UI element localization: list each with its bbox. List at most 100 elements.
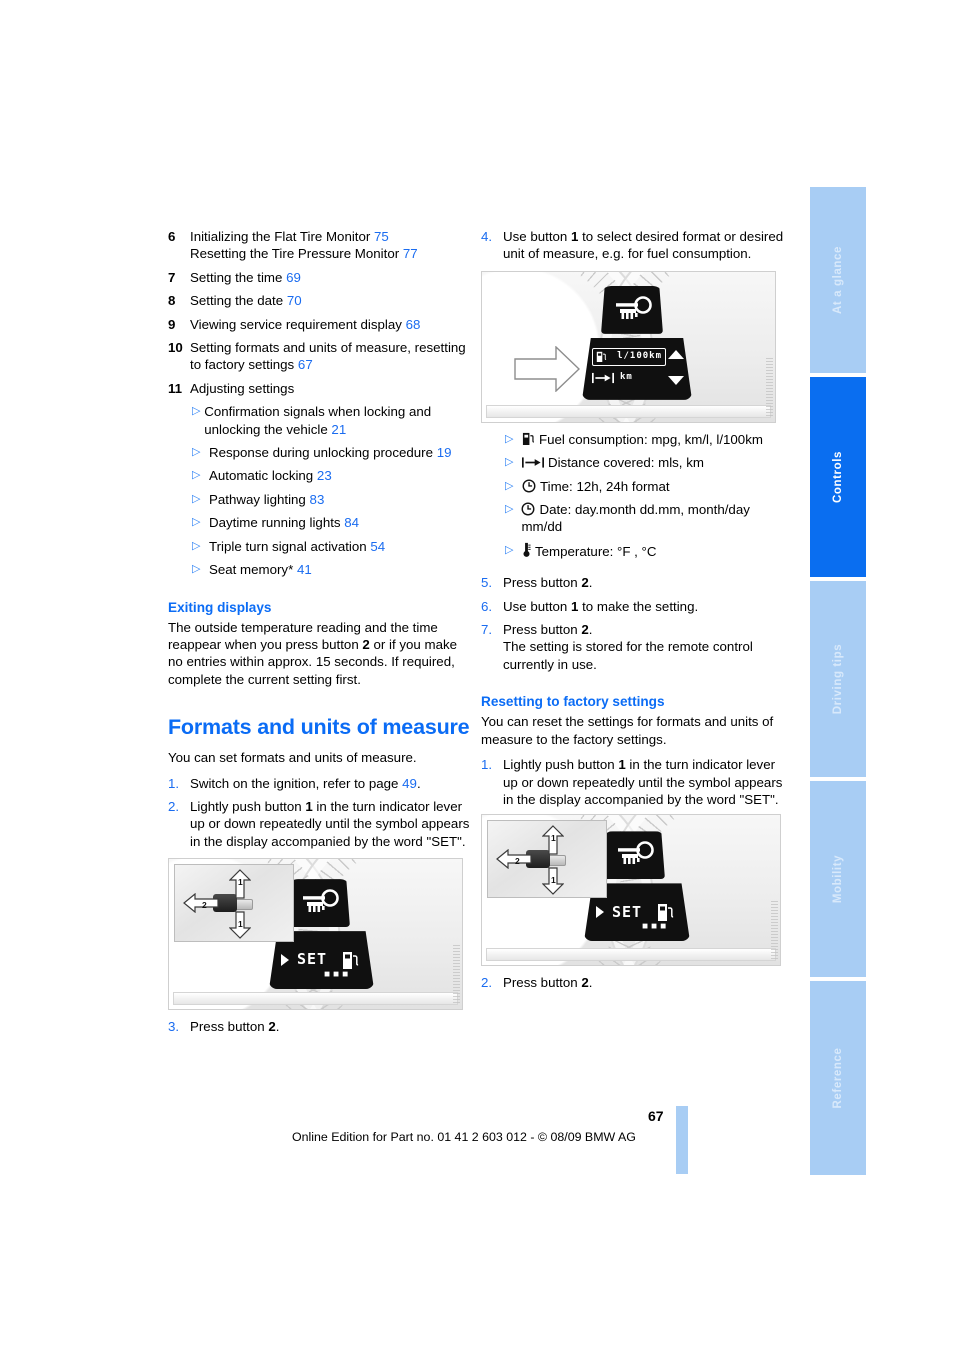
- button-ref: 1: [305, 798, 313, 814]
- triangle-bullet-icon: ▷: [505, 432, 514, 445]
- tab-at-a-glance[interactable]: At a glance: [810, 187, 866, 373]
- legend-key: 6: [168, 229, 176, 244]
- triangle-bullet-icon: ▷: [505, 503, 514, 516]
- tab-reference-label: Reference: [832, 1047, 844, 1109]
- tab-mobility-label: Mobility: [832, 854, 844, 904]
- triangle-bullet-icon: ▷: [505, 543, 514, 556]
- scroll-up-icon[interactable]: [668, 349, 684, 361]
- triangle-bullet-icon: ▷: [192, 405, 201, 418]
- procedure-step: 4. Use button 1 to select desired format…: [481, 228, 786, 263]
- sub-bullet-text: Confirmation signals when locking and un…: [204, 404, 432, 437]
- step-number: 7.: [481, 622, 493, 638]
- legend-item: 10 Setting formats and units of measure,…: [168, 339, 473, 374]
- right-column: 4. Use button 1 to select desired format…: [481, 228, 786, 998]
- legend-item: 6 Initializing the Flat Tire Monitor 75 …: [168, 228, 473, 263]
- clock-icon: [522, 502, 535, 516]
- tab-driving-tips[interactable]: Driving tips: [810, 581, 866, 777]
- callout-2: 2: [515, 856, 520, 867]
- step-number: 1.: [481, 757, 493, 773]
- unit-option-text: Fuel consumption: mpg, km/l, l/100km: [522, 431, 786, 448]
- figure-turn-indicator-set: SET ■■■ 1 1 2: [168, 858, 463, 1011]
- cluster-base-rail: [486, 404, 771, 418]
- unit-option-text: Time: 12h, 24h format: [522, 478, 786, 495]
- unit-option-item: ▷ Distance covered: mls, km: [505, 454, 786, 471]
- step-text: Press button 2.: [503, 975, 593, 991]
- page-ref[interactable]: 75: [374, 229, 389, 244]
- legend-key: 9: [168, 316, 176, 332]
- sub-bullet-text: Response during unlocking procedure 19: [209, 445, 452, 461]
- legend-key: 8: [168, 293, 176, 309]
- step-number: 3.: [168, 1019, 180, 1035]
- button-ref: 2: [581, 975, 589, 991]
- triangle-bullet-icon: ▷: [505, 479, 514, 492]
- procedure-step: 1. Switch on the ignition, refer to page…: [168, 775, 473, 792]
- left-column: 6 Initializing the Flat Tire Monitor 75 …: [168, 228, 473, 1042]
- callout-2: 2: [202, 900, 207, 911]
- figure-watermark: [453, 945, 460, 1004]
- scroll-down-icon[interactable]: [668, 374, 684, 385]
- step-number: 6.: [481, 598, 493, 614]
- page-ref[interactable]: 68: [406, 317, 421, 332]
- legend-text: Viewing service requirement display 68: [190, 316, 421, 332]
- page-ref[interactable]: 49: [402, 776, 417, 791]
- tab-mobility[interactable]: Mobility: [810, 781, 866, 977]
- reset-section-heading: Resetting to factory settings: [481, 694, 665, 710]
- exiting-displays-paragraph: The outside temperature reading and the …: [168, 619, 458, 687]
- page-ref[interactable]: 70: [287, 293, 302, 308]
- triangle-bullet-icon: ▷: [192, 446, 201, 459]
- unit-option-text: Date: day.month dd.mm, month/day mm/dd: [521, 502, 750, 535]
- page-ref[interactable]: 77: [403, 246, 418, 261]
- lcd-menu-row-selected[interactable]: l/100km: [592, 347, 666, 366]
- page-ref[interactable]: 69: [286, 270, 301, 285]
- tab-reference[interactable]: Reference: [810, 981, 866, 1175]
- step-text: Use button 1 to select desired format or…: [503, 229, 784, 262]
- section-tab-rail: At a glance Controls Driving tips Mobili…: [810, 187, 866, 1175]
- tab-driving-tips-label: Driving tips: [832, 643, 844, 715]
- step-number: 2.: [481, 975, 493, 991]
- step-text: Press button 2. The setting is stored for…: [503, 622, 753, 672]
- distance-arrow-icon: [522, 457, 544, 468]
- lcd-key-symbol-panel: [288, 879, 350, 928]
- lcd-set-row: SET: [584, 901, 690, 923]
- page-ref[interactable]: 83: [310, 492, 325, 507]
- sub-bullet-text: Seat memory* 41: [209, 562, 312, 578]
- legend-text: Initializing the Flat Tire Monitor 75 Re…: [190, 229, 418, 262]
- triangle-bullet-icon: ▷: [505, 456, 514, 469]
- page-title: Formats and units of measure: [168, 715, 470, 740]
- step-text: Switch on the ignition, refer to page 49…: [190, 775, 421, 791]
- page-ref[interactable]: 67: [298, 357, 313, 372]
- page-ref[interactable]: 54: [370, 539, 385, 554]
- legend-key: 10: [168, 340, 183, 356]
- lcd-set-row: SET: [269, 949, 374, 971]
- play-triangle-icon: [596, 906, 604, 919]
- car-key-icon: [616, 296, 652, 319]
- callout-1-down: 1: [551, 875, 556, 886]
- sub-bullet-item: ▷ Seat memory* 41: [192, 561, 473, 578]
- step-number: 5.: [481, 575, 493, 591]
- sub-bullet-text: Pathway lighting 83: [209, 491, 325, 507]
- callout-1-up: 1: [551, 833, 556, 844]
- fuel-pump-icon: [596, 352, 607, 363]
- tab-controls[interactable]: Controls: [810, 377, 866, 577]
- procedure-step: 6. Use button 1 to make the setting.: [481, 598, 786, 615]
- page-ref[interactable]: 84: [344, 515, 359, 530]
- legend-list: 6 Initializing the Flat Tire Monitor 75 …: [168, 228, 473, 397]
- lcd-key-symbol-panel: [601, 285, 663, 334]
- page-ref[interactable]: 23: [317, 468, 332, 483]
- lcd-units-menu-panel: l/100km km: [582, 337, 692, 400]
- callout-1-up: 1: [238, 877, 243, 888]
- triangle-bullet-icon: ▷: [192, 563, 201, 576]
- legend-item: 8 Setting the date 70: [168, 292, 473, 309]
- callout-1-down: 1: [238, 919, 243, 930]
- sub-bullet-text: Daytime running lights 84: [209, 515, 360, 531]
- page-ref[interactable]: 41: [297, 562, 312, 577]
- sub-bullet-list: ▷ Confirmation signals when locking and …: [192, 403, 473, 578]
- button-ref: 2: [581, 575, 589, 591]
- procedure-step: 7. Press button 2. The setting is stored …: [481, 621, 786, 673]
- triangle-bullet-icon: ▷: [192, 516, 201, 529]
- figure-turn-indicator-set-reset: SET ■■■ 1 1 2: [481, 814, 781, 967]
- lcd-menu-row-2[interactable]: km: [592, 370, 666, 386]
- page-ref[interactable]: 21: [331, 422, 346, 437]
- page-ref[interactable]: 19: [437, 445, 452, 460]
- cluster-base-rail: [173, 992, 458, 1006]
